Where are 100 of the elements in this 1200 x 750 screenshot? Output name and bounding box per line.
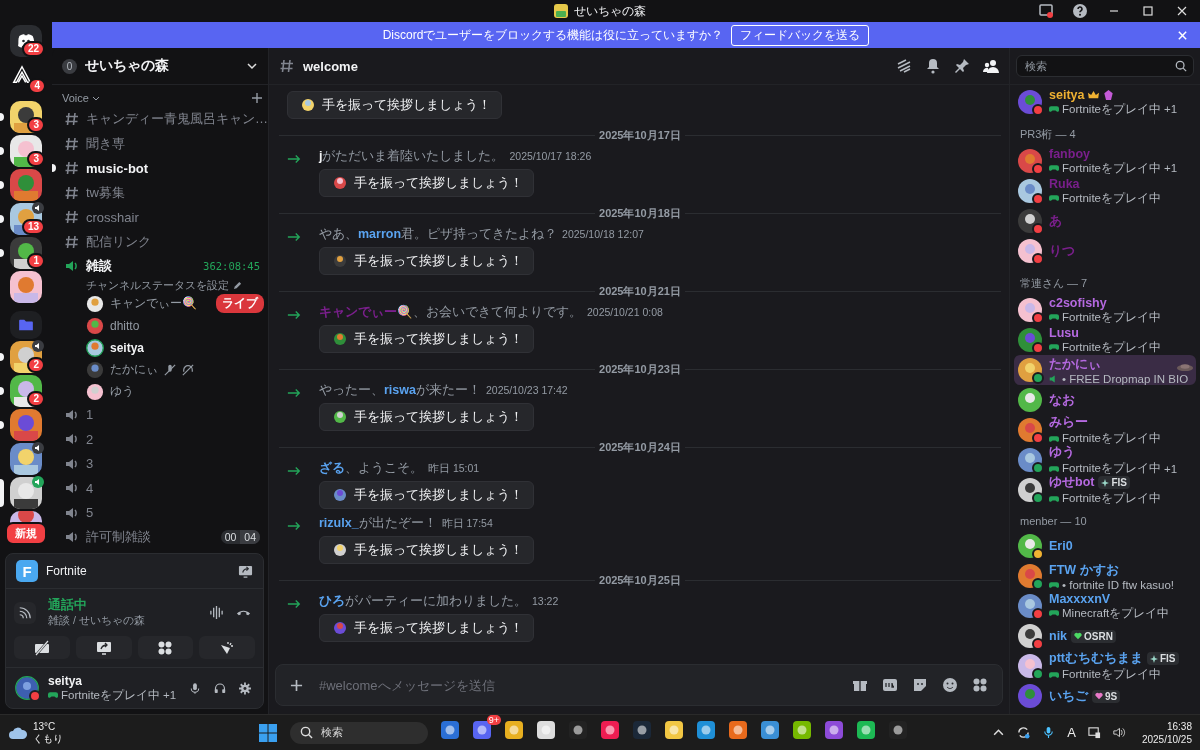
inbox-icon[interactable] — [1038, 3, 1054, 19]
server-name[interactable]: せいちゃの森 — [85, 57, 238, 75]
channel-name[interactable]: 雑談 — [86, 257, 112, 276]
member-name[interactable]: いちご — [1049, 687, 1088, 705]
app-tile-icon[interactable] — [760, 720, 780, 740]
user-name[interactable]: seitya — [48, 673, 177, 688]
help-icon[interactable] — [1072, 3, 1088, 19]
app-tile-icon[interactable] — [536, 720, 556, 740]
search-field[interactable]: 検索 — [1016, 55, 1194, 77]
channel-name[interactable]: crosshair — [86, 209, 139, 225]
weather-text[interactable]: くもり — [33, 732, 63, 745]
sync-icon[interactable] — [1017, 726, 1031, 739]
member-name[interactable]: ゆう — [1049, 444, 1075, 461]
threads-icon[interactable] — [896, 58, 912, 74]
avatar[interactable] — [86, 338, 104, 357]
voice-user-name[interactable]: キャンでぃー🍭 — [110, 295, 197, 312]
username-link[interactable]: riswa — [384, 383, 416, 397]
app-tile-icon[interactable] — [824, 720, 844, 740]
settings-icon[interactable] — [239, 680, 251, 696]
member-name[interactable]: c2sofishy — [1049, 295, 1107, 310]
members-icon[interactable] — [983, 58, 999, 74]
clock-date[interactable]: 2025/10/25 — [1141, 732, 1192, 746]
voice-user-name[interactable]: seitya — [110, 340, 145, 355]
call-status[interactable]: 通話中 — [48, 597, 197, 614]
share-screen-button[interactable] — [75, 636, 132, 659]
headphones-icon[interactable] — [214, 680, 227, 696]
member-item[interactable]: たかにぃ • FREE Dropmap IN BIO — [1014, 355, 1196, 385]
add-attachment-icon[interactable] — [290, 678, 303, 692]
app-tile-icon[interactable] — [440, 720, 460, 740]
channel-name[interactable]: キャンディー青鬼風呂キャン… — [86, 110, 268, 129]
bell-icon[interactable] — [925, 58, 941, 74]
cloud-icon[interactable] — [8, 726, 28, 739]
member-name[interactable]: nik — [1049, 629, 1068, 643]
sticker-icon[interactable] — [912, 677, 928, 693]
channel-name[interactable]: 聞き専 — [86, 134, 125, 153]
app-tile-icon[interactable] — [888, 720, 908, 740]
username-link[interactable]: rizulx_ — [319, 516, 359, 530]
voice-user-name[interactable]: たかにぃ — [110, 361, 158, 378]
soundboard-button[interactable] — [199, 636, 255, 659]
app-tile-icon[interactable] — [632, 720, 652, 740]
taskbar-search-field[interactable]: 検索 — [290, 721, 428, 744]
feedback-button[interactable]: フィードバックを送る — [731, 24, 870, 46]
noise-suppression-icon[interactable] — [209, 605, 224, 620]
username-link[interactable]: ざる — [319, 461, 345, 475]
folder-icon[interactable] — [10, 311, 42, 339]
app-tile-icon[interactable] — [600, 720, 620, 740]
temperature-text[interactable]: 13°C — [33, 720, 63, 733]
app-tile-icon[interactable] — [856, 720, 876, 740]
member-name[interactable]: MaxxxxnV — [1049, 591, 1111, 606]
input-method-indicator[interactable]: A — [1067, 725, 1076, 740]
avatar[interactable] — [86, 382, 104, 401]
channel-status-text[interactable]: チャンネルステータスを設定 — [86, 278, 229, 293]
chevron-icon[interactable] — [246, 60, 258, 72]
channel-name[interactable]: 2 — [86, 431, 94, 447]
channel-name[interactable]: music-bot — [86, 160, 149, 176]
activities-button[interactable] — [137, 636, 194, 659]
wave-button[interactable]: 手を振って挨拶しましょう！ — [287, 91, 502, 119]
channel-name[interactable]: 3 — [86, 456, 94, 472]
app-tile-icon[interactable] — [792, 720, 812, 740]
app-tile-icon[interactable] — [664, 720, 684, 740]
member-name[interactable]: FTW かすお — [1049, 561, 1119, 579]
channel-name[interactable]: 許可制雑談 — [86, 528, 151, 547]
network-icon[interactable] — [1087, 726, 1101, 739]
username-link[interactable]: marron — [358, 227, 402, 241]
pin-icon[interactable] — [954, 58, 970, 74]
maximize-icon[interactable] — [1140, 3, 1156, 19]
channel-name[interactable]: 配信リンク — [86, 232, 151, 251]
wave-button[interactable]: 手を振って挨拶しましょう！ — [319, 481, 534, 509]
apps-icon[interactable] — [972, 677, 988, 693]
member-name[interactable]: seitya — [1049, 87, 1085, 102]
member-name[interactable]: なお — [1049, 391, 1075, 409]
wave-button[interactable]: 手を振って挨拶しましょう！ — [319, 247, 534, 275]
wave-button[interactable]: 手を振って挨拶しましょう！ — [319, 614, 534, 642]
emoji-icon[interactable] — [942, 677, 958, 693]
member-name[interactable]: pttむちむちまま — [1049, 650, 1143, 667]
app-tile-icon[interactable] — [568, 720, 588, 740]
member-name[interactable]: Lusu — [1049, 325, 1079, 340]
windows-start-icon[interactable] — [258, 722, 278, 743]
volume-icon[interactable] — [1112, 726, 1126, 739]
app-tile-icon[interactable] — [728, 720, 748, 740]
channel-name[interactable]: 1 — [86, 407, 94, 423]
avatar[interactable] — [1018, 388, 1042, 412]
wave-button[interactable]: 手を振って挨拶しましょう！ — [319, 403, 534, 431]
pencil-icon[interactable] — [233, 281, 242, 290]
username-link[interactable]: j — [319, 149, 323, 163]
voice-user-name[interactable]: dhitto — [110, 318, 140, 333]
username-link[interactable]: ひろ — [319, 594, 345, 608]
member-name[interactable]: みらー — [1049, 414, 1088, 431]
wave-button[interactable]: 手を振って挨拶しましょう！ — [319, 169, 534, 197]
voice-user-name[interactable]: ゆう — [110, 383, 134, 400]
member-name[interactable]: たかにぃ — [1049, 355, 1101, 373]
add-channel-icon[interactable] — [252, 93, 262, 103]
microphone-icon[interactable] — [1042, 726, 1056, 739]
clock-time[interactable]: 16:38 — [1166, 719, 1192, 733]
gif-icon[interactable] — [882, 677, 898, 693]
channel-name[interactable]: 4 — [86, 480, 94, 496]
message-field[interactable]: #welcomeへメッセージを送信 — [275, 664, 1003, 706]
app-tile-icon[interactable] — [504, 720, 524, 740]
channel-name[interactable]: tw募集 — [86, 183, 125, 202]
microphone-icon[interactable] — [189, 680, 202, 696]
